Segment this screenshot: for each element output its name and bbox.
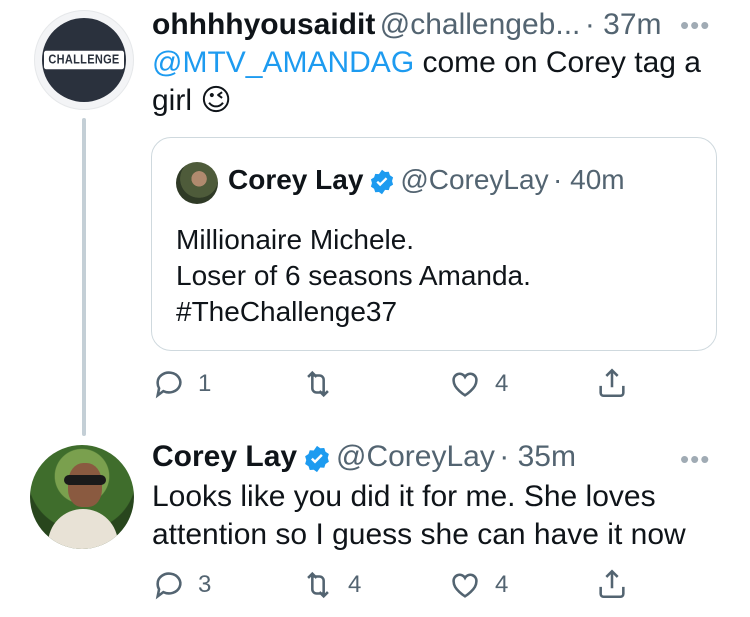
timestamp[interactable]: · 35m <box>499 440 576 473</box>
quote-timestamp: · 40m <box>553 164 625 195</box>
share-icon <box>599 569 625 599</box>
thread-connector <box>82 118 86 436</box>
share-button[interactable] <box>595 566 641 602</box>
reply-button[interactable]: 3 <box>152 568 211 602</box>
handle[interactable]: @CoreyLay <box>336 440 495 473</box>
verified-badge-icon <box>368 168 396 201</box>
quote-avatar <box>176 162 218 204</box>
more-options-icon[interactable]: ••• <box>680 10 710 41</box>
quote-display-name: Corey Lay <box>228 164 364 195</box>
reply-count: 1 <box>198 370 212 397</box>
quote-text: Millionaire Michele. Loser of 6 seasons … <box>176 224 531 327</box>
heart-icon <box>452 573 478 598</box>
avatar[interactable] <box>30 445 134 549</box>
quote-handle: @CoreyLay <box>400 164 549 195</box>
the-challenge-logo: CHALLENGE <box>42 18 126 102</box>
more-options-icon[interactable]: ••• <box>680 444 710 475</box>
like-count: 4 <box>495 370 509 397</box>
handle[interactable]: @challengeb... <box>380 8 581 41</box>
retweet-button[interactable]: 4 <box>300 568 361 602</box>
logo-text: CHALLENGE <box>44 50 124 70</box>
retweet-icon <box>307 370 329 398</box>
retweet-icon <box>307 571 329 599</box>
timestamp[interactable]: · 37m <box>585 8 662 41</box>
avatar[interactable]: CHALLENGE <box>34 10 134 110</box>
tweet-text: @MTV_AMANDAG come on Corey tag a girl 😉 <box>152 46 701 117</box>
verified-badge-icon <box>302 444 332 479</box>
wink-emoji: 😉 <box>200 84 232 117</box>
tweet-text: Looks like you did it for me. She loves … <box>152 480 686 551</box>
reply-icon <box>155 572 182 600</box>
heart-icon <box>452 372 478 397</box>
reply-button[interactable]: 1 <box>152 367 211 401</box>
display-name[interactable]: Corey Lay <box>152 440 297 473</box>
reply-count: 3 <box>198 571 212 598</box>
reply-icon <box>155 371 182 399</box>
mention-link[interactable]: @MTV_AMANDAG <box>152 46 414 79</box>
share-icon <box>599 368 625 398</box>
like-count: 4 <box>495 571 509 598</box>
tweet-header: ohhhhyousaidit @challengeb... · 37m <box>152 8 662 42</box>
display-name[interactable]: ohhhhyousaidit <box>152 8 375 41</box>
retweet-count: 4 <box>348 571 362 598</box>
retweet-button[interactable] <box>300 367 348 401</box>
quote-header: Corey Lay @CoreyLay · 40m <box>228 164 625 201</box>
share-button[interactable] <box>595 365 641 401</box>
like-button[interactable]: 4 <box>447 367 508 401</box>
like-button[interactable]: 4 <box>447 568 508 602</box>
tweet-header: Corey Lay @CoreyLay · 35m <box>152 440 576 479</box>
